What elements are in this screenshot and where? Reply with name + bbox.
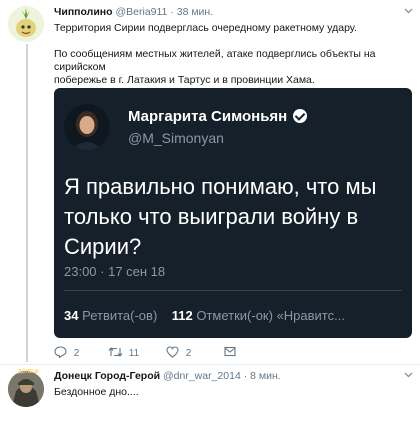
- envelope-icon: [224, 346, 236, 357]
- tweet-text: Территория Сирии подверглась очередному …: [54, 22, 416, 87]
- embedded-likes-count: 112: [171, 308, 193, 323]
- like-button[interactable]: 2: [166, 346, 191, 359]
- embedded-author-name-text: Маргарита Симоньян: [128, 108, 288, 125]
- retweet-button[interactable]: 11: [108, 346, 139, 359]
- embedded-likes-label: Отметки(-ок) «Нравитс...: [196, 308, 345, 323]
- embedded-retweets-count: 34: [64, 308, 79, 323]
- tweet-chipolino[interactable]: Чипполино @Beria911 · 38 мин. Территория…: [0, 0, 420, 364]
- author-handle[interactable]: @dnr_war_2014: [163, 370, 241, 382]
- tweet-header: Чипполино @Beria911 · 38 мин.: [54, 6, 213, 18]
- verified-icon: [293, 109, 308, 123]
- author-name[interactable]: Донецк Город-Герой: [54, 370, 160, 382]
- embedded-tweet-image[interactable]: Маргарита Симоньян @M_Simonyan Я правиль…: [54, 88, 412, 338]
- like-count: 2: [185, 348, 192, 359]
- tweet-text-line: побережье в г. Латакия и Тартус и в пров…: [54, 74, 315, 86]
- tweet-header: Донецк Город-Герой @dnr_war_2014 · 8 мин…: [54, 370, 281, 382]
- heart-icon: [166, 346, 179, 358]
- reply-count: 2: [73, 348, 80, 359]
- reply-icon: [54, 346, 67, 359]
- avatar-chipolino[interactable]: [8, 6, 44, 42]
- chevron-down-icon[interactable]: [404, 372, 413, 378]
- retweet-icon: [108, 347, 123, 357]
- embedded-stats: 34 Ретвита(-ов) 112 Отметки(-ок) «Нравит…: [64, 308, 345, 323]
- avatar-caption: ДОНЕЦК: [18, 369, 40, 375]
- tweet-text: Бездонное дно....: [54, 386, 139, 398]
- tweet-time[interactable]: · 38 мин.: [170, 6, 213, 18]
- retweet-count: 11: [128, 348, 140, 359]
- author-handle[interactable]: @Beria911: [115, 6, 167, 18]
- author-name[interactable]: Чипполино: [54, 6, 113, 18]
- chevron-down-icon[interactable]: [404, 8, 413, 14]
- reply-button[interactable]: 2: [54, 346, 79, 359]
- embedded-author-handle: @M_Simonyan: [128, 130, 224, 146]
- embedded-retweets-label: Ретвита(-ов): [82, 308, 158, 323]
- embedded-tweet-time: 23:00 · 17 сен 18: [64, 264, 166, 279]
- embedded-divider: [64, 290, 402, 291]
- tweet-text-line: Территория Сирии подверглась очередному …: [54, 22, 357, 34]
- tweet-text-line: По сообщениям местных жителей, атаке под…: [54, 48, 376, 73]
- tweet-time[interactable]: · 8 мин.: [244, 370, 281, 382]
- avatar-donetsk[interactable]: [8, 371, 44, 407]
- embedded-tweet-text: Я правильно понимаю, что мы только что в…: [64, 174, 377, 259]
- tweet-donetsk[interactable]: ДОНЕЦК Донецк Город-Герой @dnr_war_2014 …: [0, 365, 420, 425]
- avatar-simonyan: [64, 104, 110, 150]
- direct-message-button[interactable]: [224, 346, 236, 358]
- embedded-author-name: Маргарита Симоньян: [128, 108, 308, 125]
